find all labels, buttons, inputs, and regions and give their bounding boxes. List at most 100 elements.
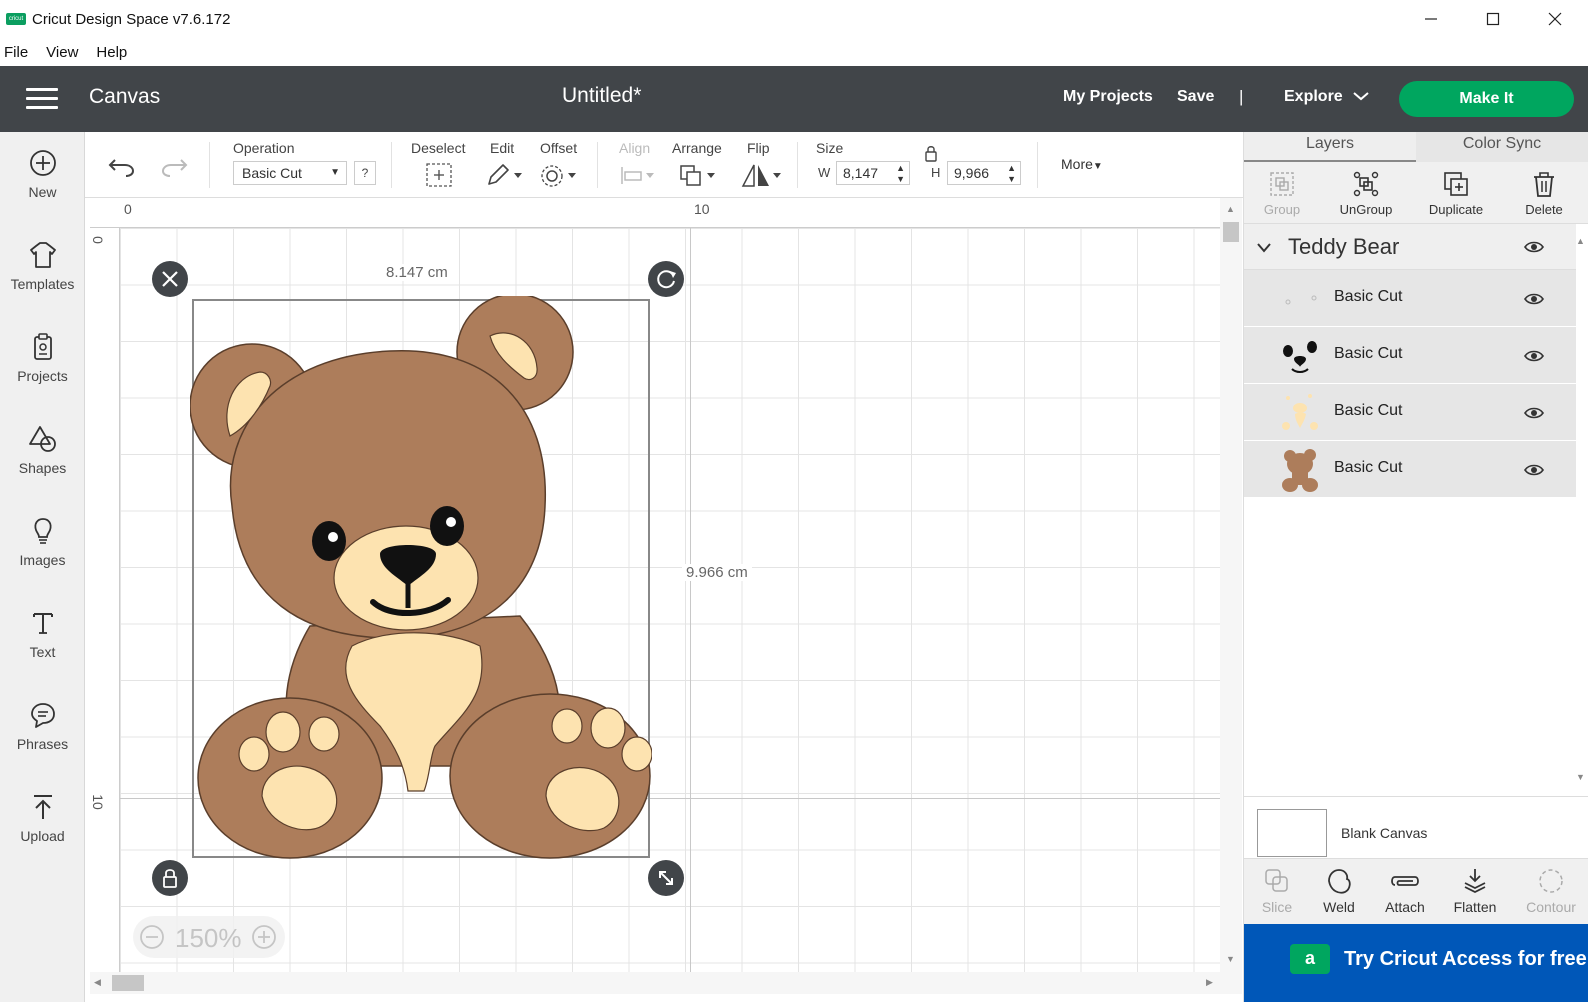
app-header: Canvas Untitled* My Projects Save | Expl…	[0, 66, 1588, 132]
ruler-tick-label: 0	[89, 236, 106, 244]
sidebar-item-text[interactable]: Text	[0, 608, 85, 660]
blank-canvas-swatch[interactable]	[1257, 809, 1327, 857]
teddy-bear-image[interactable]	[190, 296, 652, 861]
deselect-label: Deselect	[411, 140, 466, 156]
sidebar-item-templates[interactable]: Templates	[0, 240, 85, 292]
offset-label: Offset	[540, 140, 578, 156]
slice-button[interactable]: Slice	[1244, 867, 1310, 915]
canvas-vertical-scrollbar[interactable]: ▲ ▼	[1220, 198, 1242, 972]
delete-selection-handle[interactable]	[152, 261, 188, 297]
tab-color-sync[interactable]: Color Sync	[1416, 132, 1588, 162]
scroll-down-icon[interactable]: ▼	[1576, 772, 1585, 782]
delete-label: Delete	[1525, 202, 1563, 217]
stepper-icon[interactable]: ▲ ▼	[1007, 162, 1016, 185]
height-input[interactable]: 9,966 ▲ ▼	[947, 161, 1021, 185]
menu-help[interactable]: Help	[96, 44, 127, 61]
delete-button[interactable]: Delete	[1504, 170, 1584, 217]
stepper-icon[interactable]: ▲ ▼	[896, 162, 905, 185]
arrange-label: Arrange	[672, 140, 722, 156]
eye-icon[interactable]	[1524, 463, 1544, 477]
eye-icon[interactable]	[1524, 349, 1544, 363]
more-dropdown[interactable]: More▼	[1061, 156, 1103, 172]
width-input[interactable]: 8,147 ▲ ▼	[836, 161, 910, 185]
menu-bar: File View Help	[0, 38, 1588, 66]
scroll-up-icon[interactable]: ▲	[1226, 204, 1235, 214]
chevron-down-icon[interactable]	[1256, 242, 1272, 254]
layer-row[interactable]: Basic Cut	[1244, 441, 1576, 498]
tab-layers[interactable]: Layers	[1244, 132, 1416, 162]
edit-pencil-icon[interactable]	[485, 162, 525, 188]
weld-button[interactable]: Weld	[1306, 867, 1372, 915]
ungroup-button[interactable]: UnGroup	[1326, 170, 1406, 217]
zoom-in-icon[interactable]	[251, 924, 277, 950]
sidebar-item-shapes[interactable]: Shapes	[0, 424, 85, 476]
flatten-button[interactable]: Flatten	[1442, 867, 1508, 915]
scroll-up-icon[interactable]: ▲	[1576, 236, 1585, 246]
operation-help-button[interactable]: ?	[354, 161, 376, 185]
flatten-label: Flatten	[1453, 899, 1497, 915]
flip-icon[interactable]	[741, 162, 785, 188]
sidebar-item-projects[interactable]: Projects	[0, 332, 85, 384]
design-canvas[interactable]: 8.147 cm 9.966 cm	[120, 228, 1220, 972]
layer-thumbnail	[1282, 449, 1318, 492]
weld-label: Weld	[1323, 899, 1355, 915]
ruler-tick-label: 0	[124, 201, 132, 217]
operation-select[interactable]: Basic Cut ▼	[233, 161, 347, 185]
scroll-right-icon[interactable]: ▶	[1206, 977, 1213, 988]
lock-proportions-handle[interactable]	[152, 860, 188, 896]
hamburger-menu-icon[interactable]	[26, 88, 58, 110]
contour-button[interactable]: Contour	[1518, 867, 1584, 915]
deselect-icon[interactable]	[425, 162, 453, 188]
sidebar-label-text: Text	[29, 644, 56, 660]
ruler-horizontal: 0 10	[90, 198, 1220, 228]
eye-icon[interactable]	[1524, 292, 1544, 306]
redo-icon[interactable]	[159, 154, 189, 178]
align-icon[interactable]	[619, 162, 659, 188]
zoom-out-icon[interactable]	[139, 924, 165, 950]
menu-view[interactable]: View	[46, 44, 78, 61]
explore-dropdown[interactable]: Explore	[1284, 88, 1369, 106]
sidebar-item-new[interactable]: New	[0, 148, 85, 200]
menu-file[interactable]: File	[4, 44, 28, 61]
contour-icon	[1539, 869, 1563, 893]
make-it-button[interactable]: Make It	[1399, 81, 1574, 117]
close-icon	[1548, 12, 1562, 26]
scrollbar-thumb[interactable]	[112, 975, 144, 991]
layer-row[interactable]: Basic Cut	[1244, 384, 1576, 441]
close-window-button[interactable]	[1524, 0, 1586, 38]
canvas-horizontal-scrollbar[interactable]: ◀ ▶	[90, 972, 1242, 994]
scroll-down-icon[interactable]: ▼	[1226, 954, 1235, 964]
resize-handle[interactable]	[648, 860, 684, 896]
offset-icon[interactable]	[539, 162, 579, 188]
rotate-handle[interactable]	[648, 261, 684, 297]
attach-button[interactable]: Attach	[1372, 867, 1438, 915]
ruler-vertical: 0 10	[90, 228, 120, 972]
duplicate-button[interactable]: Duplicate	[1416, 170, 1496, 217]
sidebar-item-phrases[interactable]: Phrases	[0, 700, 85, 752]
sidebar-label-templates: Templates	[10, 276, 75, 292]
major-gridline	[690, 228, 691, 972]
toolbar-divider	[209, 142, 210, 188]
sidebar-item-upload[interactable]: Upload	[0, 792, 85, 844]
eye-icon[interactable]	[1524, 240, 1544, 254]
cricut-access-banner[interactable]: a Try Cricut Access for free	[1244, 924, 1588, 1002]
lock-aspect-icon[interactable]	[924, 144, 938, 162]
arrange-icon[interactable]	[679, 162, 719, 188]
ungroup-label: UnGroup	[1339, 202, 1393, 217]
maximize-button[interactable]	[1462, 0, 1524, 38]
undo-icon[interactable]	[107, 154, 137, 178]
minimize-button[interactable]	[1400, 0, 1462, 38]
save-link[interactable]: Save	[1177, 88, 1214, 106]
eye-icon[interactable]	[1524, 406, 1544, 420]
chevron-down-icon	[1353, 92, 1369, 101]
slice-icon	[1265, 869, 1288, 892]
sidebar-item-images[interactable]: Images	[0, 516, 85, 568]
scroll-left-icon[interactable]: ◀	[94, 977, 101, 988]
layer-row[interactable]: Basic Cut	[1244, 327, 1576, 384]
my-projects-link[interactable]: My Projects	[1063, 88, 1153, 106]
scrollbar-thumb[interactable]	[1223, 222, 1239, 242]
layer-group-teddy-bear[interactable]: Teddy Bear	[1244, 224, 1576, 270]
group-button[interactable]: Group	[1242, 170, 1322, 217]
rotate-icon	[657, 270, 676, 289]
layer-row[interactable]: Basic Cut	[1244, 270, 1576, 327]
